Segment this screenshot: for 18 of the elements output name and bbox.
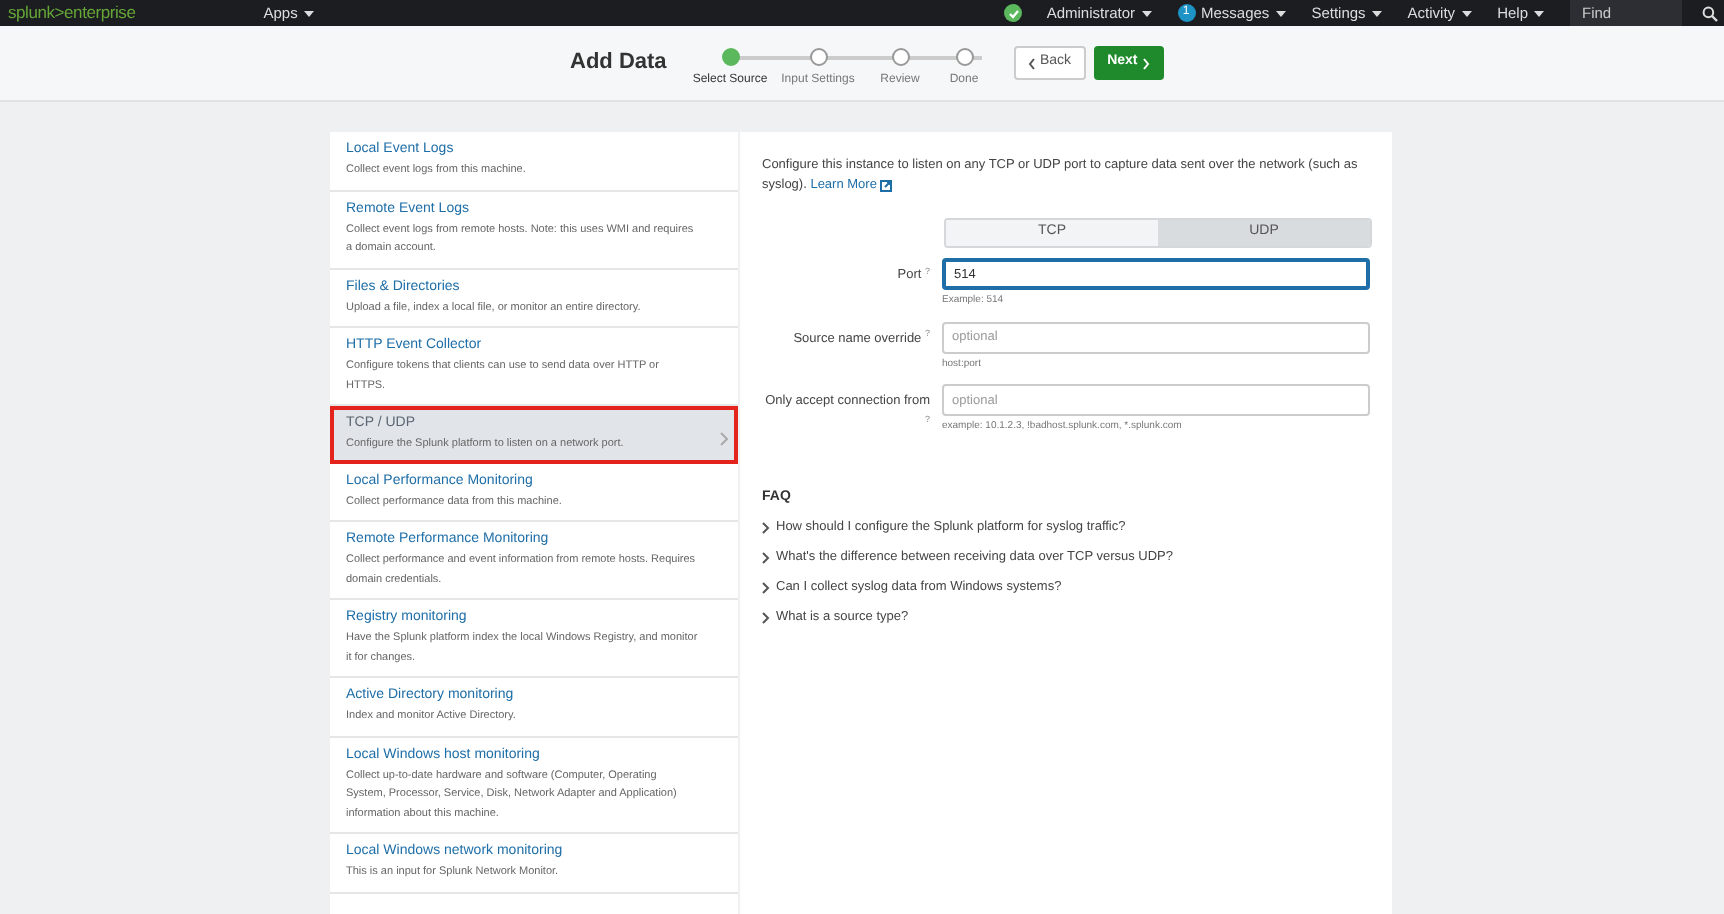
splunk-logo[interactable]: splunk>enterprise <box>8 0 136 26</box>
search-icon[interactable] <box>1702 5 1718 21</box>
status-check-icon <box>1004 4 1023 22</box>
caret-icon <box>1371 9 1382 17</box>
caret-icon <box>1275 9 1286 17</box>
external-link-icon <box>880 180 893 192</box>
chevron-right-icon <box>762 582 770 594</box>
chevron-right-icon <box>762 552 770 564</box>
chevron-right-icon <box>762 522 770 534</box>
caret-icon <box>303 9 314 17</box>
caret-icon <box>1461 9 1472 17</box>
caret-icon <box>1141 9 1151 17</box>
chevron-right-icon <box>762 612 770 624</box>
chevron-right-icon <box>1141 57 1150 69</box>
chevron-right-icon <box>720 432 728 446</box>
caret-icon <box>1534 9 1544 17</box>
page-title: Add Data <box>570 48 669 79</box>
chevron-left-icon <box>1028 57 1036 69</box>
